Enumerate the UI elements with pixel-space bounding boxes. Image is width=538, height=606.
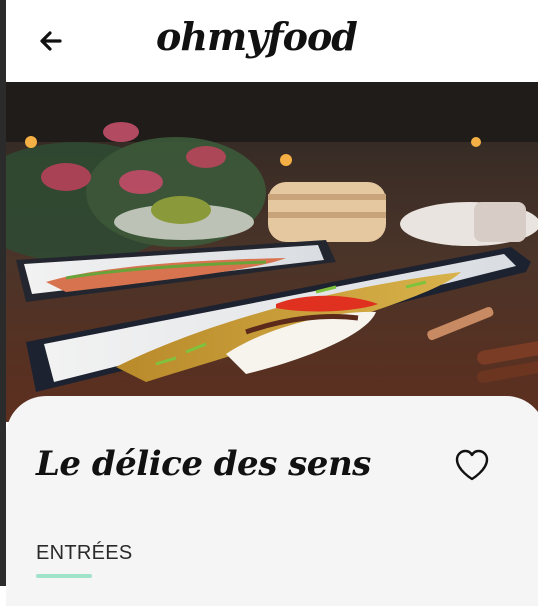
tab-entrees[interactable]: ENTRÉES <box>36 542 133 578</box>
hero-image <box>6 82 538 422</box>
tab-underline <box>36 574 92 578</box>
tab-entrees-label: ENTRÉES <box>36 542 133 564</box>
heart-outline-icon <box>455 449 489 481</box>
restaurant-card: Le délice des sens ENTRÉES <box>6 396 538 606</box>
back-button[interactable] <box>34 24 68 58</box>
app-header: ohmyfood <box>6 0 538 82</box>
restaurant-name: Le délice des sens <box>36 444 371 484</box>
favorite-button[interactable] <box>452 446 492 484</box>
arrow-left-icon <box>40 31 62 51</box>
brand-logo[interactable]: ohmyfood <box>156 14 358 59</box>
